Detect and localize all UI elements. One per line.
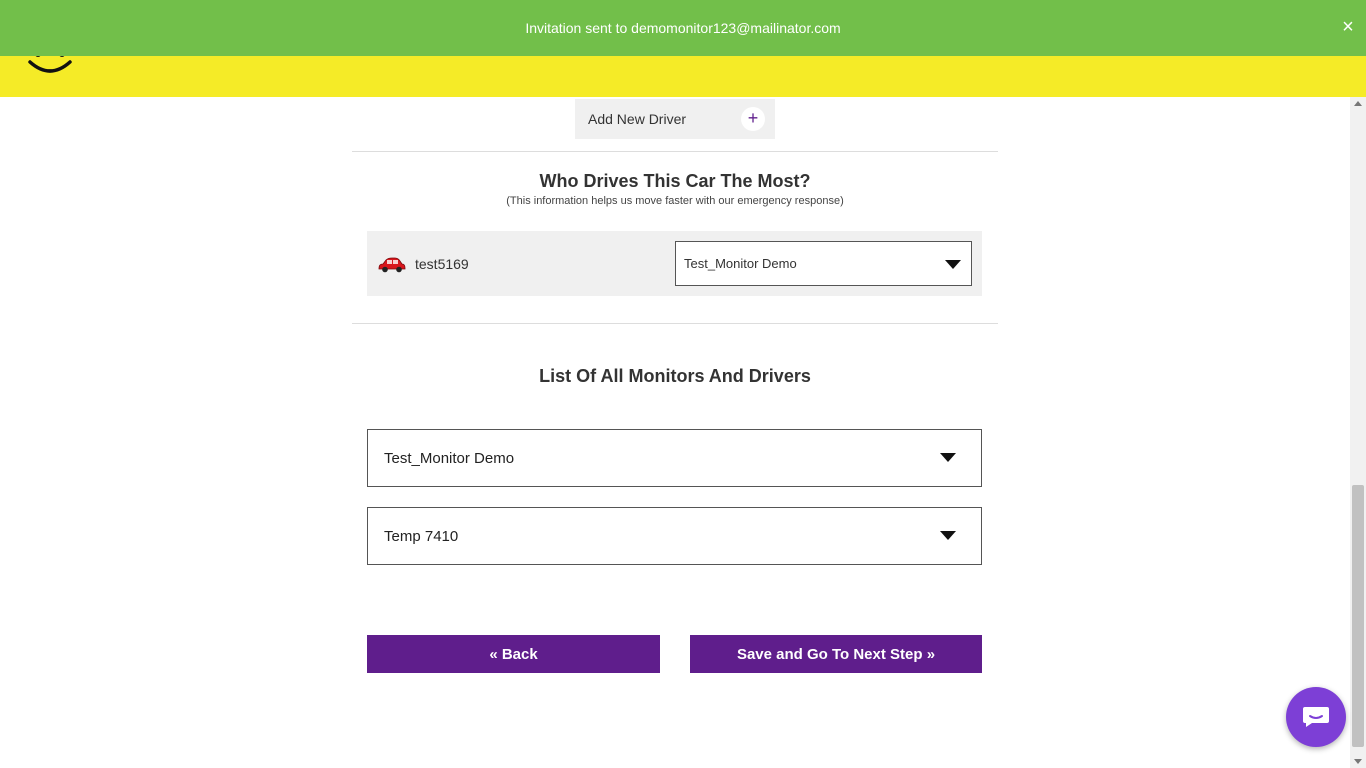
car-driver-row: test5169 Test_Monitor Demo [367,231,982,296]
scrollbar-thumb[interactable] [1352,485,1364,747]
car-name: test5169 [415,256,469,272]
monitors-drivers-title: List Of All Monitors And Drivers [539,366,811,386]
divider [352,151,998,152]
monitor-driver-item[interactable]: Test_Monitor Demo [367,429,982,487]
add-new-driver-label: Add New Driver [588,111,687,127]
who-drives-subtitle: (This information helps us move faster w… [506,195,844,207]
who-drives-title: Who Drives This Car The Most? [539,171,811,191]
plus-icon: + [741,107,765,131]
scrollbar[interactable] [1350,97,1366,768]
monitor-driver-item[interactable]: Temp 7410 [367,507,982,565]
chat-bubble-icon [1303,707,1329,727]
monitor-driver-label: Temp 7410 [384,527,459,545]
save-next-button[interactable]: Save and Go To Next Step » [690,635,982,673]
add-new-driver-button[interactable]: Add New Driver + [575,99,775,139]
chevron-down-icon [945,260,961,269]
car-icon [378,257,406,273]
primary-driver-value: Test_Monitor Demo [684,256,797,271]
chevron-down-icon [940,531,956,540]
back-button[interactable]: « Back [367,635,660,673]
notification-message: Invitation sent to demomonitor123@mailin… [525,20,841,36]
scroll-up-arrow-icon[interactable] [1354,101,1362,106]
chevron-down-icon [940,453,956,462]
chat-widget-button[interactable] [1286,687,1346,747]
primary-driver-select[interactable]: Test_Monitor Demo [675,241,972,286]
close-icon[interactable]: × [1340,17,1356,37]
monitor-driver-label: Test_Monitor Demo [384,449,515,467]
divider [352,323,998,324]
scroll-down-arrow-icon[interactable] [1354,759,1362,764]
page: Invitation sent to demomonitor123@mailin… [0,0,1366,768]
notification-bar: Invitation sent to demomonitor123@mailin… [0,0,1366,56]
